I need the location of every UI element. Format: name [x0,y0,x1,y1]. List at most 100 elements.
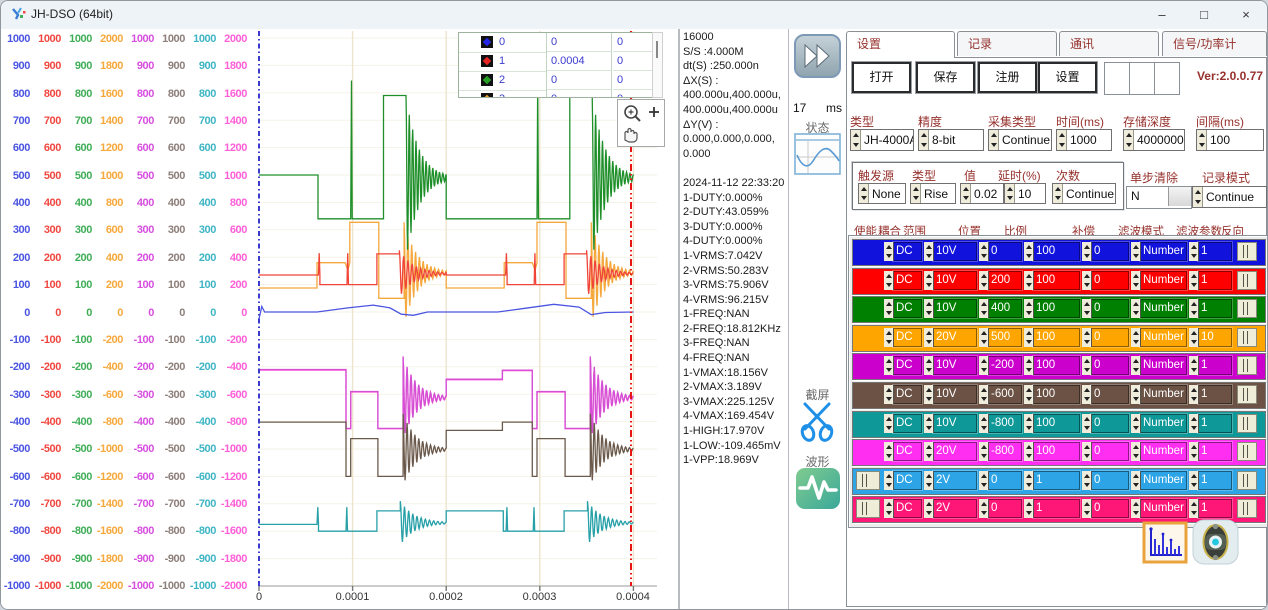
channel-row[interactable]: DC10V2001000Number1 [852,268,1266,295]
channel-position-field[interactable]: 0 [988,471,1022,490]
channel-filter_mode-field[interactable]: Number [1140,385,1187,404]
channel-enable-toggle[interactable] [856,385,880,404]
channel-comp-field[interactable]: 0 [1091,471,1129,490]
trigger-field-3[interactable]: 0.02 [960,183,1004,204]
channel-position-field[interactable]: 0 [988,242,1022,261]
field-spinner[interactable] [1197,130,1207,150]
channel-row[interactable]: DC10V-8001000Number1 [852,411,1266,438]
trigger-field-4[interactable]: 10 [1004,183,1046,204]
channel-enable-toggle[interactable] [856,499,880,518]
channel-filter_param-field[interactable]: 1 [1198,499,1232,518]
channel-filter_mode-field[interactable]: Number [1140,471,1187,490]
trigger-spinner[interactable] [859,184,869,203]
cursor-legend[interactable]: 00010.00040200300 [458,32,653,98]
channel-enable-toggle[interactable] [856,271,880,290]
trigger-spinner[interactable] [961,184,971,203]
channel-filter_param-field[interactable]: 10 [1198,328,1232,347]
tab-4[interactable]: 信号/功率计 [1162,31,1267,56]
field-6[interactable]: 100 [1196,129,1264,151]
channel-range-field[interactable]: 20V [933,328,977,347]
channel-enable-toggle[interactable] [856,328,880,347]
action-button-2[interactable]: 保存 [916,62,975,93]
channel-position-field[interactable]: -800 [988,442,1022,461]
maximize-button[interactable]: □ [1183,1,1225,29]
channel-row[interactable]: DC2V010Number1 [852,468,1266,495]
field-4[interactable]: 1000 [1056,129,1112,151]
channel-coupling-field[interactable]: DC [893,328,922,347]
spectrum-chart-button[interactable] [1142,521,1188,569]
field-spinner[interactable] [1057,130,1067,150]
channel-invert-toggle[interactable] [1237,414,1257,433]
channel-row[interactable]: DC20V-8001000Number1 [852,439,1266,466]
channel-position-field[interactable]: -600 [988,385,1022,404]
channel-enable-toggle[interactable] [856,299,880,318]
trigger-spinner[interactable] [1005,184,1015,203]
channel-filter_param-field[interactable]: 1 [1198,385,1232,404]
trigger-field-5[interactable]: Continue [1052,183,1116,204]
channel-filter_mode-field[interactable]: Number [1140,414,1187,433]
trigger-field-2[interactable]: Rise [910,183,956,204]
channel-comp-field[interactable]: 0 [1091,242,1129,261]
tab-3[interactable]: 通讯 [1059,31,1159,56]
channel-row[interactable]: DC10V-2001000Number1 [852,353,1266,380]
channel-ratio-field[interactable]: 100 [1033,414,1080,433]
channel-ratio-field[interactable]: 100 [1033,442,1080,461]
step-clear-control[interactable]: N [1126,186,1192,209]
tab-1[interactable]: 设置 [846,31,955,58]
legend-row[interactable]: 200 [459,71,652,90]
channel-row[interactable]: DC10V4001000Number1 [852,296,1266,323]
channel-ratio-field[interactable]: 100 [1033,385,1080,404]
channel-enable-toggle[interactable] [856,356,880,375]
channel-ratio-field[interactable]: 100 [1033,328,1080,347]
channel-comp-field[interactable]: 0 [1091,385,1129,404]
action-button-1[interactable]: 打开 [852,62,911,93]
channel-coupling-field[interactable]: DC [893,385,922,404]
channel-invert-toggle[interactable] [1237,299,1257,318]
channel-filter_param-field[interactable]: 1 [1198,414,1232,433]
record-mode-spinner[interactable] [1193,187,1203,207]
channel-coupling-field[interactable]: DC [893,271,922,290]
channel-filter_mode-field[interactable]: Number [1140,328,1187,347]
channel-invert-toggle[interactable] [1237,356,1257,375]
trigger-field-1[interactable]: None [858,183,906,204]
screenshot-scissors-button[interactable] [796,399,840,448]
channel-filter_param-field[interactable]: 1 [1198,442,1232,461]
channel-invert-toggle[interactable] [1237,271,1257,290]
channel-comp-field[interactable]: 0 [1091,299,1129,318]
legend-scrollbar[interactable] [652,32,663,98]
channel-filter_mode-field[interactable]: Number [1140,499,1187,518]
channel-position-field[interactable]: 500 [988,328,1022,347]
channel-comp-field[interactable]: 0 [1091,328,1129,347]
legend-row[interactable]: 000 [459,33,652,52]
channel-row[interactable]: DC 20V 500 100 0 Number 10 [852,325,1266,352]
legend-row[interactable]: 300 [459,90,652,98]
field-spinner[interactable] [919,130,929,150]
channel-range-field[interactable]: 10V [933,356,977,375]
legend-scrollbar-thumb[interactable] [656,41,658,58]
tab-2[interactable]: 记录 [957,31,1057,56]
field-spinner[interactable] [1124,130,1134,150]
channel-range-field[interactable]: 10V [933,299,977,318]
channel-invert-toggle[interactable] [1237,499,1257,518]
field-spinner[interactable] [989,130,999,150]
channel-coupling-field[interactable]: DC [893,356,922,375]
channel-ratio-field[interactable]: 100 [1033,242,1080,261]
channel-range-field[interactable]: 10V [933,271,977,290]
channel-invert-toggle[interactable] [1237,242,1257,261]
field-1[interactable]: JH-4000A [850,129,914,151]
zoom-in-tool[interactable] [619,102,663,124]
status-thumbnail[interactable] [794,133,841,180]
channel-filter_param-field[interactable]: 1 [1198,271,1232,290]
camera-button[interactable] [1192,518,1239,571]
pan-hand-tool[interactable] [619,124,663,144]
channel-filter_mode-field[interactable]: Number [1140,242,1187,261]
trigger-spinner[interactable] [911,184,921,203]
channel-range-field[interactable]: 10V [933,385,977,404]
channel-invert-toggle[interactable] [1237,442,1257,461]
channel-invert-toggle[interactable] [1237,471,1257,490]
channel-position-field[interactable]: 400 [988,299,1022,318]
channel-filter_mode-field[interactable]: Number [1140,442,1187,461]
trigger-spinner[interactable] [1053,184,1063,203]
channel-ratio-field[interactable]: 100 [1033,299,1080,318]
channel-coupling-field[interactable]: DC [893,242,922,261]
